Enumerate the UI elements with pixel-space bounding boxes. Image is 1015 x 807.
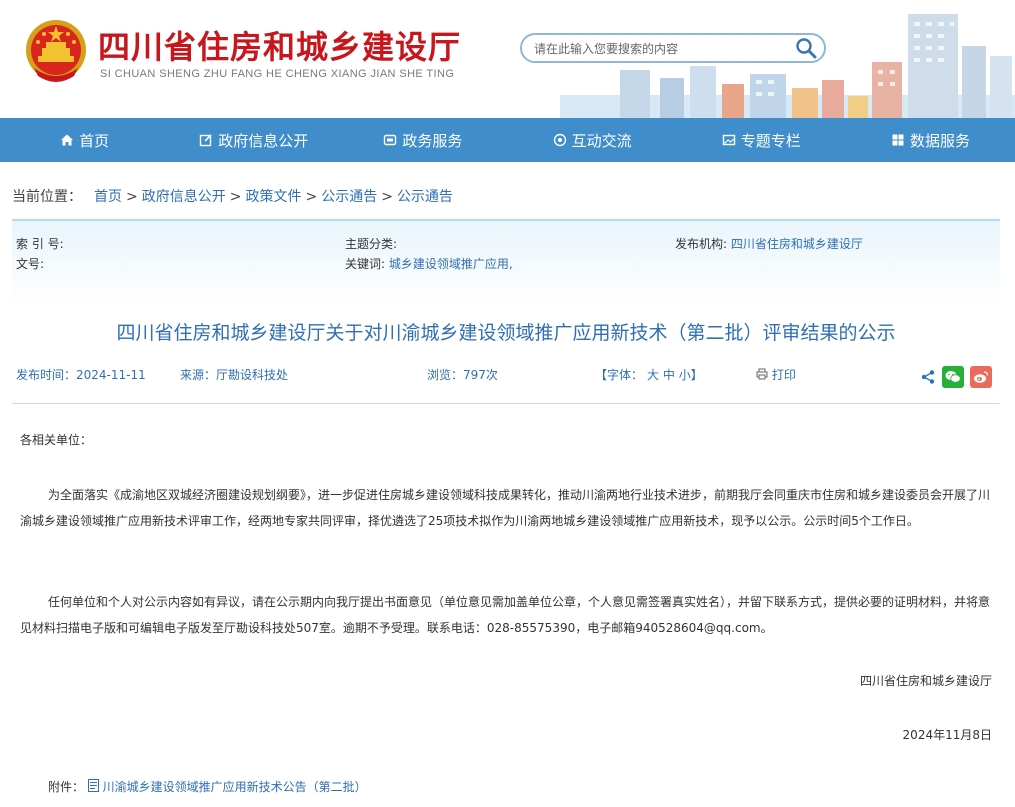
nav-label: 政务服务 <box>402 131 463 150</box>
site-title: 四川省住房和城乡建设厅 <box>98 28 462 66</box>
share-button[interactable] <box>917 366 939 388</box>
view-count: 浏览：797次 <box>427 368 498 382</box>
index-number-label: 索 引 号: <box>16 237 64 251</box>
print-label: 打印 <box>771 368 796 382</box>
nav-label: 政府信息公开 <box>218 131 309 150</box>
index-number: 索 引 号: <box>16 235 64 252</box>
font-medium-button[interactable]: 中 <box>663 368 675 382</box>
printer-icon <box>756 368 768 380</box>
topic-category-label: 主题分类: <box>345 237 398 251</box>
breadcrumb-separator: > <box>229 189 242 205</box>
image-icon <box>722 134 735 146</box>
paragraph-1: 为全面落实《成渝地区双城经济圈建设规划纲要》，进一步促进住房城乡建设领域科技成果… <box>20 488 991 528</box>
home-icon <box>61 134 74 146</box>
nav-item-interaction[interactable]: 互动交流 <box>508 118 677 162</box>
keywords-value: 城乡建设领域推广应用, <box>388 257 513 271</box>
font-small-button[interactable]: 小 <box>679 368 691 382</box>
nav-item-data[interactable]: 数据服务 <box>846 118 1015 162</box>
breadcrumb-separator: > <box>305 189 318 205</box>
data-icon <box>892 134 904 146</box>
article-info-row: 发布时间：2024-11-11 来源：厅勘设科技处 浏览：797次 【字体：大 … <box>12 364 1000 394</box>
national-emblem-icon <box>26 20 86 82</box>
breadcrumb: 当前位置： 首页 > 政府信息公开 > 政策文件 > 公示通告 > 公示通告 <box>12 186 453 206</box>
font-size-close: 】 <box>690 368 703 382</box>
nav-item-home[interactable]: 首页 <box>0 118 169 162</box>
nav-label: 专题专栏 <box>740 131 801 150</box>
attachment-link[interactable]: 川渝城乡建设领域推广应用新技术公告（第二批） <box>103 780 367 794</box>
nav-label: 首页 <box>79 131 110 150</box>
keywords-label: 关键词: <box>345 257 386 271</box>
document-number: 文号: <box>16 255 44 272</box>
signature: 四川省住房和城乡建设厅 <box>859 674 992 688</box>
publishing-org-label: 发布机构: <box>675 237 728 251</box>
topic-category: 主题分类: <box>345 235 397 252</box>
nav-label: 互动交流 <box>571 131 632 150</box>
info-divider <box>12 403 1000 404</box>
font-large-button[interactable]: 大 <box>647 368 659 382</box>
signature-date: 2024年11月8日 <box>902 728 992 742</box>
publishing-org: 发布机构: 四川省住房和城乡建设厅 <box>675 235 863 252</box>
site-header: 四川省住房和城乡建设厅 SI CHUAN SHENG ZHU FANG HE C… <box>0 0 1015 118</box>
city-skyline-graphic <box>560 14 1015 118</box>
nav-item-gov-info[interactable]: 政府信息公开 <box>169 118 338 162</box>
nav-item-services[interactable]: 政务服务 <box>338 118 507 162</box>
publish-time: 发布时间：2024-11-11 <box>16 368 146 382</box>
attachment-label: 附件： <box>48 780 85 794</box>
document-file-icon <box>87 779 99 792</box>
document-number-label: 文号: <box>16 257 45 271</box>
breadcrumb-link-home[interactable]: 首页 <box>94 189 122 205</box>
attachment: 附件： 川渝城乡建设领域推广应用新技术公告（第二批） <box>48 778 367 795</box>
wechat-icon <box>945 371 961 383</box>
edit-icon <box>200 134 212 147</box>
document-meta-panel: 索 引 号: 主题分类: 发布机构: 四川省住房和城乡建设厅 文号: 关键词: … <box>12 219 1000 305</box>
breadcrumb-link-policy[interactable]: 政策文件 <box>245 189 301 205</box>
font-size-controls: 【字体：大 中 小】 <box>595 366 703 383</box>
publishing-org-value: 四川省住房和城乡建设厅 <box>730 237 863 251</box>
share-icon <box>921 370 935 384</box>
paragraph-2: 任何单位和个人对公示内容如有异议，请在公示期内向我厅提出书面意见（单位意见需加盖… <box>20 595 991 635</box>
breadcrumb-link-notice-current[interactable]: 公示通告 <box>397 189 453 205</box>
nav-item-topics[interactable]: 专题专栏 <box>677 118 846 162</box>
site-pinyin: SI CHUAN SHENG ZHU FANG HE CHENG XIANG J… <box>100 68 455 80</box>
weibo-icon <box>974 371 989 383</box>
nav-label: 数据服务 <box>909 131 970 150</box>
breadcrumb-link-gov-info[interactable]: 政府信息公开 <box>142 189 226 205</box>
breadcrumb-label: 当前位置： <box>12 189 82 205</box>
main-nav: 首页 政府信息公开 政务服务 互动交流 专题专栏 数据服务 <box>0 118 1015 162</box>
breadcrumb-separator: > <box>126 189 138 205</box>
breadcrumb-separator: > <box>381 189 393 205</box>
article-title: 四川省住房和城乡建设厅关于对川渝城乡建设领域推广应用新技术（第二批）评审结果的公… <box>116 322 896 344</box>
keywords: 关键词: 城乡建设领域推广应用, <box>345 255 513 272</box>
article-source: 来源：厅勘设科技处 <box>180 368 289 382</box>
font-size-label: 【字体： <box>595 368 644 382</box>
interact-icon <box>553 133 566 147</box>
weibo-share-button[interactable] <box>970 366 992 388</box>
print-button[interactable]: 打印 <box>756 366 796 383</box>
greeting: 各相关单位： <box>20 433 93 447</box>
wechat-share-button[interactable] <box>942 366 964 388</box>
service-icon <box>384 134 397 146</box>
breadcrumb-link-notice[interactable]: 公示通告 <box>321 189 377 205</box>
